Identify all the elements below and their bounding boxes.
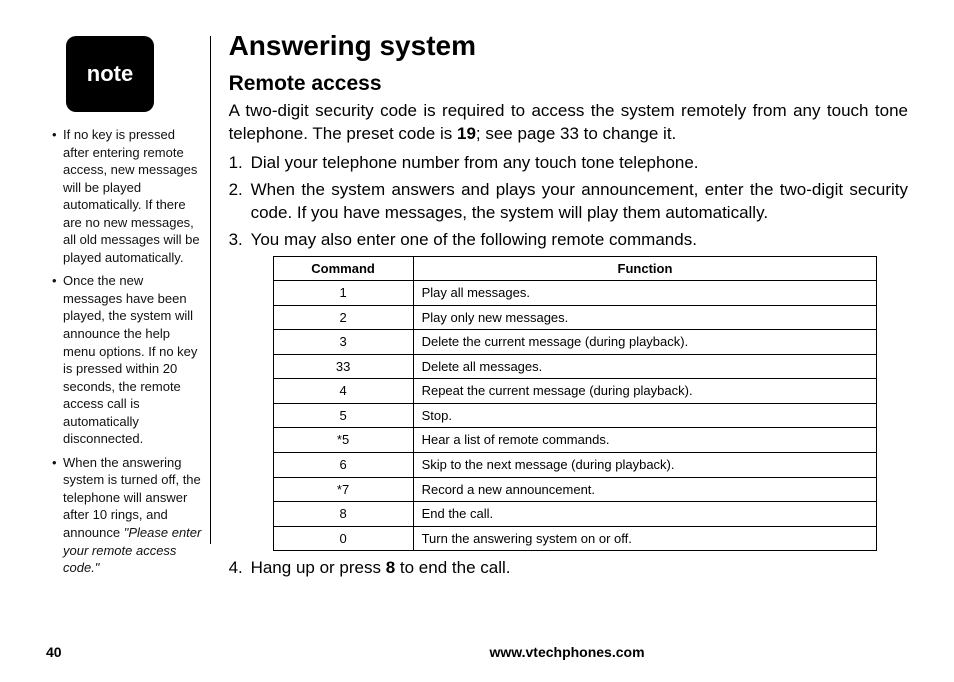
command-cell: 33 <box>273 354 413 379</box>
command-cell: 8 <box>273 502 413 527</box>
function-cell: Delete all messages. <box>413 354 877 379</box>
table-row: 6Skip to the next message (during playba… <box>273 453 877 478</box>
table-row: *7Record a new announcement. <box>273 477 877 502</box>
table-row: 3Delete the current message (during play… <box>273 330 877 355</box>
note-text: Once the new messages have been played, … <box>63 273 197 446</box>
note-bullet: When the answering system is turned off,… <box>52 454 204 577</box>
section-subtitle: Remote access <box>229 72 908 96</box>
table-row: 4Repeat the current message (during play… <box>273 379 877 404</box>
command-cell: 0 <box>273 526 413 551</box>
function-cell: Skip to the next message (during playbac… <box>413 453 877 478</box>
function-cell: Play only new messages. <box>413 305 877 330</box>
page-footer: 40 www.vtechphones.com <box>46 644 908 660</box>
table-row: 2Play only new messages. <box>273 305 877 330</box>
table-row: 5Stop. <box>273 403 877 428</box>
command-cell: 5 <box>273 403 413 428</box>
page-title: Answering system <box>229 30 908 62</box>
function-cell: Hear a list of remote commands. <box>413 428 877 453</box>
two-column-layout: note If no key is pressed after entering… <box>46 30 908 584</box>
step-item: You may also enter one of the following … <box>229 229 908 552</box>
intro-paragraph: A two-digit security code is required to… <box>229 100 908 146</box>
command-cell: 1 <box>273 281 413 306</box>
function-cell: Record a new announcement. <box>413 477 877 502</box>
function-cell: Delete the current message (during playb… <box>413 330 877 355</box>
remote-commands-table: Command Function 1Play all messages. 2Pl… <box>273 256 878 552</box>
step-text-post: to end the call. <box>395 558 510 577</box>
note-badge: note <box>66 36 154 112</box>
table-row: *5Hear a list of remote commands. <box>273 428 877 453</box>
function-cell: Repeat the current message (during playb… <box>413 379 877 404</box>
table-header-row: Command Function <box>273 256 877 281</box>
function-cell: End the call. <box>413 502 877 527</box>
step-text: You may also enter one of the following … <box>251 230 697 249</box>
command-cell: *5 <box>273 428 413 453</box>
table-header-command: Command <box>273 256 413 281</box>
step-text: Dial your telephone number from any touc… <box>251 153 699 172</box>
intro-text-post: ; see page 33 to change it. <box>476 124 676 143</box>
intro-preset-code: 19 <box>457 124 476 143</box>
main-content: Answering system Remote access A two-dig… <box>229 30 908 584</box>
footer-site: www.vtechphones.com <box>226 644 908 660</box>
column-divider <box>210 36 211 544</box>
table-row: 8End the call. <box>273 502 877 527</box>
step-text: When the system answers and plays your a… <box>251 180 908 222</box>
command-cell: 4 <box>273 379 413 404</box>
function-cell: Turn the answering system on or off. <box>413 526 877 551</box>
step-item: When the system answers and plays your a… <box>229 179 908 225</box>
table-row: 33Delete all messages. <box>273 354 877 379</box>
step-item: Dial your telephone number from any touc… <box>229 152 908 175</box>
document-page: note If no key is pressed after entering… <box>0 0 954 682</box>
step-item: Hang up or press 8 to end the call. <box>229 557 908 580</box>
command-cell: 2 <box>273 305 413 330</box>
function-cell: Play all messages. <box>413 281 877 306</box>
command-cell: *7 <box>273 477 413 502</box>
page-number: 40 <box>46 644 226 660</box>
command-cell: 3 <box>273 330 413 355</box>
step-text-pre: Hang up or press <box>251 558 386 577</box>
function-cell: Stop. <box>413 403 877 428</box>
step-end-key: 8 <box>386 558 395 577</box>
command-cell: 6 <box>273 453 413 478</box>
steps-list: Dial your telephone number from any touc… <box>229 152 908 580</box>
note-bullet-list: If no key is pressed after entering remo… <box>46 126 204 577</box>
note-bullet: Once the new messages have been played, … <box>52 272 204 447</box>
note-bullet: If no key is pressed after entering remo… <box>52 126 204 266</box>
note-sidebar: note If no key is pressed after entering… <box>46 30 204 583</box>
note-badge-label: note <box>87 61 133 87</box>
table-row: 0Turn the answering system on or off. <box>273 526 877 551</box>
note-text: If no key is pressed after entering remo… <box>63 127 200 265</box>
table-row: 1Play all messages. <box>273 281 877 306</box>
table-header-function: Function <box>413 256 877 281</box>
